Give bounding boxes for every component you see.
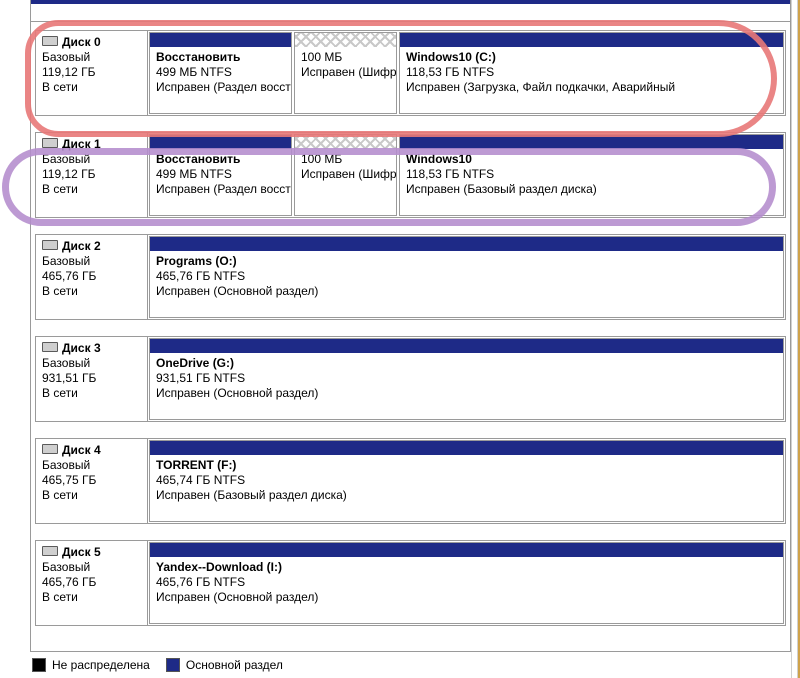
- partition-size: 118,53 ГБ NTFS: [406, 65, 777, 80]
- partition[interactable]: Programs (O:) 465,76 ГБ NTFS Исправен (О…: [149, 236, 784, 318]
- partition-status: Исправен (Основной раздел): [156, 284, 777, 299]
- legend-swatch-primary: [166, 658, 180, 672]
- partition-title: Windows10: [406, 152, 777, 167]
- disk-name: Диск 5: [42, 545, 141, 560]
- window-edge-right-inner: [791, 0, 798, 678]
- partition-status: Исправен (Раздел восста: [156, 80, 285, 95]
- partition-title: Windows10 (C:): [406, 50, 777, 65]
- disk-icon: [42, 342, 58, 352]
- disk-row[interactable]: Диск 2 Базовый 465,76 ГБ В сети Programs…: [35, 234, 786, 320]
- disks-panel: Диск 0 Базовый 119,12 ГБ В сети Восстано…: [30, 0, 791, 652]
- partition[interactable]: 100 МБ Исправен (Шифр: [294, 134, 397, 216]
- disk-size: 119,12 ГБ: [42, 167, 141, 182]
- disk-info[interactable]: Диск 0 Базовый 119,12 ГБ В сети: [36, 31, 148, 115]
- partition-status: Исправен (Основной раздел): [156, 590, 777, 605]
- partition-size: 465,76 ГБ NTFS: [156, 269, 777, 284]
- partition[interactable]: 100 МБ Исправен (Шифр: [294, 32, 397, 114]
- partition-title: TORRENT (F:): [156, 458, 777, 473]
- disk-status: В сети: [42, 488, 141, 503]
- disk-info[interactable]: Диск 4 Базовый 465,75 ГБ В сети: [36, 439, 148, 523]
- partition-size: 100 МБ: [301, 152, 390, 167]
- partition-status: Исправен (Шифр: [301, 65, 390, 80]
- disk-size: 465,75 ГБ: [42, 473, 141, 488]
- disk-info[interactable]: Диск 3 Базовый 931,51 ГБ В сети: [36, 337, 148, 421]
- disk-type: Базовый: [42, 50, 141, 65]
- partition-size: 465,76 ГБ NTFS: [156, 575, 777, 590]
- legend-swatch-unallocated: [32, 658, 46, 672]
- disk-size: 931,51 ГБ: [42, 371, 141, 386]
- disk-row[interactable]: Диск 3 Базовый 931,51 ГБ В сети OneDrive…: [35, 336, 786, 422]
- partition[interactable]: Восстановить 499 МБ NTFS Исправен (Разде…: [149, 32, 292, 114]
- disk-icon: [42, 240, 58, 250]
- partition[interactable]: Восстановить 499 МБ NTFS Исправен (Разде…: [149, 134, 292, 216]
- partition-status: Исправен (Раздел восста: [156, 182, 285, 197]
- disk-status: В сети: [42, 80, 141, 95]
- partition[interactable]: Windows10 118,53 ГБ NTFS Исправен (Базов…: [399, 134, 784, 216]
- disk-info[interactable]: Диск 1 Базовый 119,12 ГБ В сети: [36, 133, 148, 217]
- legend-label-primary: Основной раздел: [186, 658, 283, 672]
- partition-status: Исправен (Базовый раздел диска): [406, 182, 777, 197]
- partition-title: OneDrive (G:): [156, 356, 777, 371]
- partition-size: 499 МБ NTFS: [156, 65, 285, 80]
- legend: Не распределена Основной раздел: [32, 652, 299, 678]
- disk-status: В сети: [42, 386, 141, 401]
- disk-name: Диск 4: [42, 443, 141, 458]
- disk-icon: [42, 546, 58, 556]
- disk-row[interactable]: Диск 1 Базовый 119,12 ГБ В сети Восстано…: [35, 132, 786, 218]
- disk-status: В сети: [42, 590, 141, 605]
- disk-icon: [42, 36, 58, 46]
- partition-size: 499 МБ NTFS: [156, 167, 285, 182]
- disk-name: Диск 0: [42, 35, 141, 50]
- partition-size: 118,53 ГБ NTFS: [406, 167, 777, 182]
- partition-status: Исправен (Базовый раздел диска): [156, 488, 777, 503]
- disk-type: Базовый: [42, 356, 141, 371]
- disk-name: Диск 2: [42, 239, 141, 254]
- disk-status: В сети: [42, 182, 141, 197]
- partition-size: 100 МБ: [301, 50, 390, 65]
- partition-title: Yandex--Download (I:): [156, 560, 777, 575]
- disk-icon: [42, 138, 58, 148]
- partition[interactable]: Yandex--Download (I:) 465,76 ГБ NTFS Исп…: [149, 542, 784, 624]
- disk-row[interactable]: Диск 0 Базовый 119,12 ГБ В сети Восстано…: [35, 30, 786, 116]
- disk-type: Базовый: [42, 152, 141, 167]
- legend-label-unallocated: Не распределена: [52, 658, 150, 672]
- partition[interactable]: Windows10 (C:) 118,53 ГБ NTFS Исправен (…: [399, 32, 784, 114]
- partition[interactable]: OneDrive (G:) 931,51 ГБ NTFS Исправен (О…: [149, 338, 784, 420]
- partition-status: Исправен (Загрузка, Файл подкачки, Авари…: [406, 80, 777, 95]
- partition-size: 931,51 ГБ NTFS: [156, 371, 777, 386]
- partition-status: Исправен (Основной раздел): [156, 386, 777, 401]
- disk-info[interactable]: Диск 5 Базовый 465,76 ГБ В сети: [36, 541, 148, 625]
- disk-name: Диск 3: [42, 341, 141, 356]
- disk-type: Базовый: [42, 560, 141, 575]
- disk-size: 465,76 ГБ: [42, 269, 141, 284]
- disk-status: В сети: [42, 284, 141, 299]
- disk-size: 465,76 ГБ: [42, 575, 141, 590]
- disk-info[interactable]: Диск 2 Базовый 465,76 ГБ В сети: [36, 235, 148, 319]
- partition[interactable]: TORRENT (F:) 465,74 ГБ NTFS Исправен (Ба…: [149, 440, 784, 522]
- partition-status: Исправен (Шифр: [301, 167, 390, 182]
- partition-size: 465,74 ГБ NTFS: [156, 473, 777, 488]
- disk-icon: [42, 444, 58, 454]
- disk-size: 119,12 ГБ: [42, 65, 141, 80]
- disk-row[interactable]: Диск 5 Базовый 465,76 ГБ В сети Yandex--…: [35, 540, 786, 626]
- partition-title: Восстановить: [156, 152, 285, 167]
- disk-type: Базовый: [42, 254, 141, 269]
- disk-name: Диск 1: [42, 137, 141, 152]
- disk-type: Базовый: [42, 458, 141, 473]
- partition-title: Programs (O:): [156, 254, 777, 269]
- panel-header-fragment: [31, 0, 790, 22]
- disk-row[interactable]: Диск 4 Базовый 465,75 ГБ В сети TORRENT …: [35, 438, 786, 524]
- partition-title: Восстановить: [156, 50, 285, 65]
